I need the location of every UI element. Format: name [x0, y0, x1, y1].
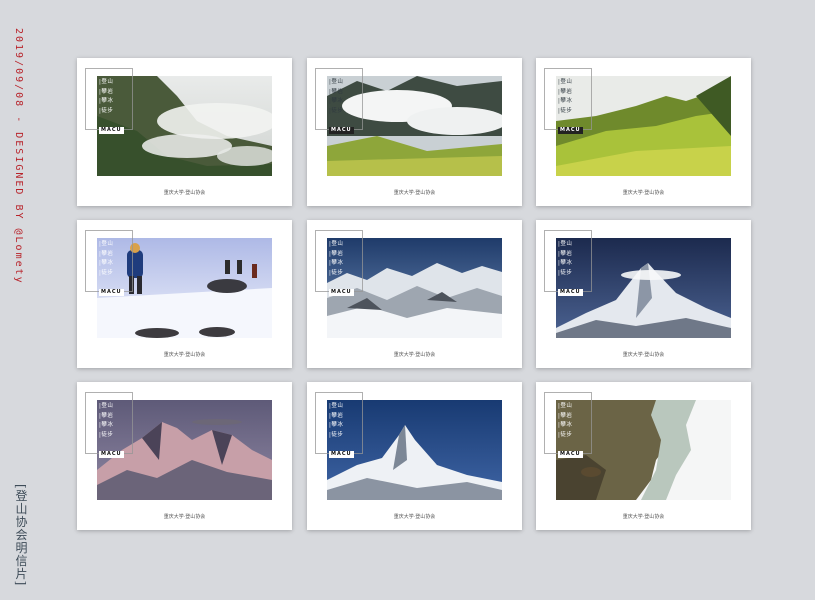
postcard-caption: 重庆大学·登山协会 — [163, 352, 206, 358]
club-tag: |登山 |攀岩 |攀冰 |徒步 MACU — [329, 402, 369, 459]
collection-title: [登山协会明信片] — [14, 484, 28, 587]
tag-line: |登山 — [99, 79, 114, 85]
postcard-9[interactable]: |登山 |攀岩 |攀冰 |徒步 MACU 重庆大学·登山协会 — [536, 382, 751, 530]
club-tag: |登山 |攀岩 |攀冰 |徒步 MACU — [329, 78, 369, 135]
macu-logo: MACU — [329, 451, 354, 458]
postcard-3[interactable]: |登山 |攀岩 |攀冰 |徒步 MACU 重庆大学·登山协会 — [536, 58, 751, 206]
postcard-caption: 重庆大学·登山协会 — [393, 352, 436, 358]
tag-line: |徒步 — [99, 431, 114, 438]
postcard-caption: 重庆大学·登山协会 — [393, 514, 436, 520]
tag-line: |攀冰 — [329, 422, 344, 428]
tag-line: |攀岩 — [329, 250, 344, 257]
tag-line: |攀冰 — [329, 98, 344, 104]
macu-logo: MACU — [558, 289, 583, 296]
tag-line: |徒步 — [329, 269, 344, 276]
postcard-caption: 重庆大学·登山协会 — [163, 190, 206, 196]
postcard-1[interactable]: |登山 |攀岩 |攀冰 |徒步 MACU 重庆大学·登山协会 — [77, 58, 292, 206]
tag-line: |登山 — [558, 241, 573, 247]
tag-line: |徒步 — [99, 107, 114, 114]
tag-line: |攀冰 — [558, 422, 573, 428]
tag-line: |徒步 — [558, 269, 573, 276]
date-credit-text: 2019/09/08 - DESIGNED BY @Lomety — [13, 28, 24, 285]
postcard-caption: 重庆大学·登山协会 — [393, 190, 436, 196]
macu-logo: MACU — [99, 451, 124, 458]
postcard-8[interactable]: |登山 |攀岩 |攀冰 |徒步 MACU 重庆大学·登山协会 — [307, 382, 522, 530]
club-tag: |登山 |攀岩 |攀冰 |徒步 MACU — [558, 240, 598, 297]
tag-line: |攀冰 — [329, 260, 344, 266]
postcard-caption: 重庆大学·登山协会 — [163, 514, 206, 520]
postcard-5[interactable]: |登山 |攀岩 |攀冰 |徒步 MACU 重庆大学·登山协会 — [307, 220, 522, 368]
postcard-caption: 重庆大学·登山协会 — [622, 352, 665, 358]
tag-line: |登山 — [99, 403, 114, 409]
tag-line: |攀冰 — [99, 260, 114, 266]
tag-line: |攀冰 — [558, 260, 573, 266]
club-tag: |登山 |攀岩 |攀冰 |徒步 MACU — [99, 240, 139, 297]
club-tag: |登山 |攀岩 |攀冰 |徒步 MACU — [99, 78, 139, 135]
tag-line: |徒步 — [99, 269, 114, 276]
tag-line: |登山 — [329, 403, 344, 409]
tag-line: |攀岩 — [558, 250, 573, 257]
tag-line: |徒步 — [558, 107, 573, 114]
tag-line: |登山 — [99, 241, 114, 247]
postcard-2[interactable]: |登山 |攀岩 |攀冰 |徒步 MACU 重庆大学·登山协会 — [307, 58, 522, 206]
club-tag: |登山 |攀岩 |攀冰 |徒步 MACU — [329, 240, 369, 297]
postcard-caption: 重庆大学·登山协会 — [622, 514, 665, 520]
postcard-6[interactable]: |登山 |攀岩 |攀冰 |徒步 MACU 重庆大学·登山协会 — [536, 220, 751, 368]
postcard-caption: 重庆大学·登山协会 — [622, 190, 665, 196]
tag-line: |攀岩 — [99, 412, 114, 419]
tag-line: |攀岩 — [329, 412, 344, 419]
postcard-7[interactable]: |登山 |攀岩 |攀冰 |徒步 MACU 重庆大学·登山协会 — [77, 382, 292, 530]
tag-line: |登山 — [329, 79, 344, 85]
tag-line: |攀冰 — [558, 98, 573, 104]
club-tag: |登山 |攀岩 |攀冰 |徒步 MACU — [558, 78, 598, 135]
tag-line: |攀岩 — [99, 250, 114, 257]
tag-line: |徒步 — [329, 431, 344, 438]
club-tag: |登山 |攀岩 |攀冰 |徒步 MACU — [558, 402, 598, 459]
tag-line: |攀岩 — [558, 88, 573, 95]
club-tag: |登山 |攀岩 |攀冰 |徒步 MACU — [99, 402, 139, 459]
tag-line: |攀冰 — [99, 98, 114, 104]
tag-line: |登山 — [329, 241, 344, 247]
tag-line: |徒步 — [329, 107, 344, 114]
tag-line: |登山 — [558, 403, 573, 409]
postcard-4[interactable]: |登山 |攀岩 |攀冰 |徒步 MACU 重庆大学·登山协会 — [77, 220, 292, 368]
tag-line: |攀岩 — [99, 88, 114, 95]
macu-logo: MACU — [558, 451, 583, 458]
macu-logo: MACU — [99, 127, 124, 134]
macu-logo: MACU — [558, 127, 583, 134]
tag-line: |攀冰 — [99, 422, 114, 428]
tag-line: |攀岩 — [558, 412, 573, 419]
tag-line: |攀岩 — [329, 88, 344, 95]
tag-line: |登山 — [558, 79, 573, 85]
tag-line: |徒步 — [558, 431, 573, 438]
macu-logo: MACU — [329, 289, 354, 296]
macu-logo: MACU — [329, 127, 354, 134]
macu-logo: MACU — [99, 289, 124, 296]
